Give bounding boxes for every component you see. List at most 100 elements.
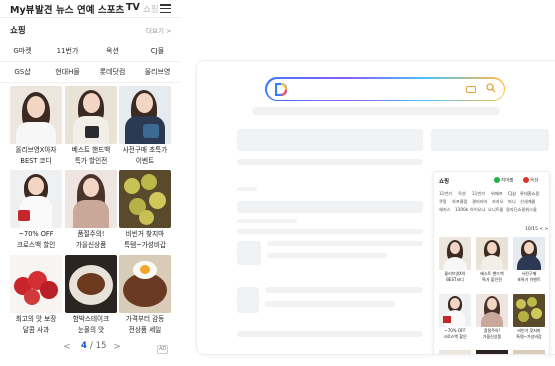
product-card[interactable]: 품절주의! 가을신상품 <box>65 170 117 250</box>
mini-product-card[interactable]: 비빈거 찾지마 특템~가성비갑 <box>513 294 545 339</box>
product-card[interactable]: 베스트 핸드백 특가 할인전 <box>65 86 117 166</box>
mini-product-card[interactable]: ~70% OFF 크로스백 할인 <box>439 294 471 339</box>
skeleton-bar <box>265 287 423 293</box>
product-card[interactable]: 올리브영X아자 BEST 코디 <box>10 86 62 166</box>
mini-pagination[interactable]: 10/15 < > <box>525 227 548 232</box>
product-image <box>119 255 171 313</box>
mini-chip[interactable]: 마니 <box>508 199 516 205</box>
product-card[interactable]: 사전구매 초특가 이벤트 <box>119 86 171 166</box>
mini-product-card[interactable]: 베스트 핸드백 특가 할인전 <box>476 237 508 282</box>
search-icon[interactable] <box>485 82 496 93</box>
chip-lotte[interactable]: 롯데닷컴 <box>90 62 135 82</box>
skeleton-bar <box>267 253 387 258</box>
tab-tv[interactable]: TV <box>126 2 140 13</box>
mini-chip[interactable]: 위메프 <box>491 191 503 197</box>
top-navigation: My뷰 발견 뉴스 연예 스포츠 TV 쇼핑 <box>0 0 180 18</box>
chip-cjmall[interactable]: CJ몰 <box>135 41 180 61</box>
mini-caption: BEST코디 <box>446 277 464 283</box>
product-image <box>513 294 545 327</box>
mini-chip[interactable]: 11번가 <box>472 191 485 197</box>
product-card[interactable]: 비빈거 찾지마 특템~가성비갑 <box>119 170 171 250</box>
mini-chip[interactable]: 헤지스 <box>439 207 451 213</box>
mini-shopping-title: 쇼핑 <box>439 179 450 185</box>
product-card[interactable]: 최고의 맛 보장 달콤 사과 <box>10 255 62 335</box>
tab-shopping[interactable]: 쇼핑 <box>143 3 159 15</box>
search-bar[interactable] <box>265 77 505 101</box>
mini-chip[interactable]: 카카오 <box>492 199 504 205</box>
mini-chip[interactable]: 옥션 <box>458 191 466 197</box>
mobile-panel: My뷰 발견 뉴스 연예 스포츠 TV 쇼핑 쇼핑 더보기 > G마켓 11번가… <box>0 0 180 366</box>
chip-gsshop[interactable]: GS샵 <box>0 62 45 82</box>
product-image <box>476 350 508 354</box>
product-image <box>65 86 117 144</box>
mini-chip[interactable]: 오니트몰 <box>488 207 503 213</box>
product-caption-2: BEST 코디 <box>20 157 52 165</box>
product-caption-2: 달콤 사과 <box>22 326 50 334</box>
chip-gmarket[interactable]: G마켓 <box>0 41 45 61</box>
mini-product-card[interactable]: 사전구매 초특가 이벤트 <box>513 237 545 282</box>
store-chip-row-2: GS샵 현대H몰 롯데닷컴 올리브영 <box>0 62 180 82</box>
next-page-button[interactable]: > <box>110 340 124 354</box>
product-caption-1: 올리브영X아자 <box>15 146 57 154</box>
chip-11st[interactable]: 11번가 <box>45 41 90 61</box>
product-image <box>439 294 471 327</box>
product-card[interactable]: 함박스테이크 눈물의 맛 <box>65 255 117 335</box>
product-caption-2: 전상품 세일 <box>128 326 162 334</box>
chip-oliveyoung[interactable]: 올리브영 <box>135 62 180 82</box>
prev-page-button[interactable]: < <box>60 340 74 354</box>
mini-chip[interactable]: 알라딘쇼핑위스몰 <box>506 207 537 213</box>
tab-myview[interactable]: My뷰 <box>10 2 34 16</box>
chip-hyundai[interactable]: 현대H몰 <box>45 62 90 82</box>
tab-discover[interactable]: 발견 <box>35 2 52 16</box>
skeleton-bar <box>237 187 257 191</box>
mini-chip[interactable]: 롯데홈쇼핑 <box>520 191 539 197</box>
mini-shopping-card: 쇼핑 지마켓 옥션 11번가 옥션 11번가 위메프 CJ샵 롯데홈쇼핑 쿠팡 … <box>433 171 550 354</box>
tab-entertainment[interactable]: 연예 <box>77 2 94 16</box>
mini-chip[interactable]: 하프클럽 <box>452 199 467 205</box>
mini-chip[interactable]: 1300k <box>455 207 468 212</box>
mini-chip[interactable]: 쿠팡 <box>439 199 447 205</box>
product-card[interactable]: ~70% OFF 크로스백 할인 <box>10 170 62 250</box>
skeleton-bar <box>237 331 423 337</box>
chip-auction[interactable]: 옥션 <box>90 41 135 61</box>
product-caption-2: 크로스백 할인 <box>16 241 56 249</box>
mini-brand-auction[interactable]: 옥션 <box>523 177 538 184</box>
product-image <box>513 350 545 354</box>
product-caption-2: 특가 할인전 <box>74 157 108 165</box>
mini-caption: 가을신상품 <box>482 334 502 340</box>
mini-caption: 특템~가성비갑 <box>516 334 542 340</box>
more-link[interactable]: 더보기 > <box>146 25 171 35</box>
skeleton-block <box>431 129 549 151</box>
product-image <box>439 237 471 270</box>
mini-chip[interactable]: 아이오나 <box>470 207 485 213</box>
divider <box>0 82 180 83</box>
mini-chip[interactable]: 갤러리아 <box>472 199 487 205</box>
tab-sports[interactable]: 스포츠 <box>98 2 124 16</box>
product-image <box>65 170 117 228</box>
mini-brand-gmarket[interactable]: 지마켓 <box>494 177 513 184</box>
product-image <box>476 237 508 270</box>
pagination: < 4 / 15 > <box>0 340 180 356</box>
skeleton-block <box>237 287 259 313</box>
mini-product-card[interactable]: 올리브영X아 BEST코디 <box>439 237 471 282</box>
mini-caption: 베스트 핸드백 <box>480 271 504 276</box>
product-caption-2: 특템~가성비갑 <box>124 241 166 249</box>
product-image <box>439 350 471 354</box>
mini-chip[interactable]: 신세계몰 <box>520 199 535 205</box>
mini-chip[interactable]: CJ샵 <box>508 191 516 197</box>
product-image <box>10 86 62 144</box>
shopping-header: 쇼핑 더보기 > <box>0 24 180 38</box>
product-caption-1: 함박스테이크 <box>72 315 110 323</box>
product-caption-1: 베스트 핸드백 <box>71 146 111 154</box>
product-card[interactable]: 가격부터 감동 전상품 세일 <box>119 255 171 335</box>
product-caption-1: 최고의 맛 보장 <box>15 315 57 323</box>
mini-product-card[interactable]: 품절주의! 가을신상품 <box>476 294 508 339</box>
ad-badge: AD <box>157 345 169 354</box>
mini-chip[interactable]: 11번가 <box>439 191 452 197</box>
skeleton-bar <box>267 241 423 246</box>
hamburger-menu-icon[interactable] <box>160 4 171 14</box>
skeleton-block <box>237 241 261 265</box>
keyboard-icon[interactable] <box>465 85 476 93</box>
tab-news[interactable]: 뉴스 <box>56 2 73 16</box>
product-image <box>119 86 171 144</box>
